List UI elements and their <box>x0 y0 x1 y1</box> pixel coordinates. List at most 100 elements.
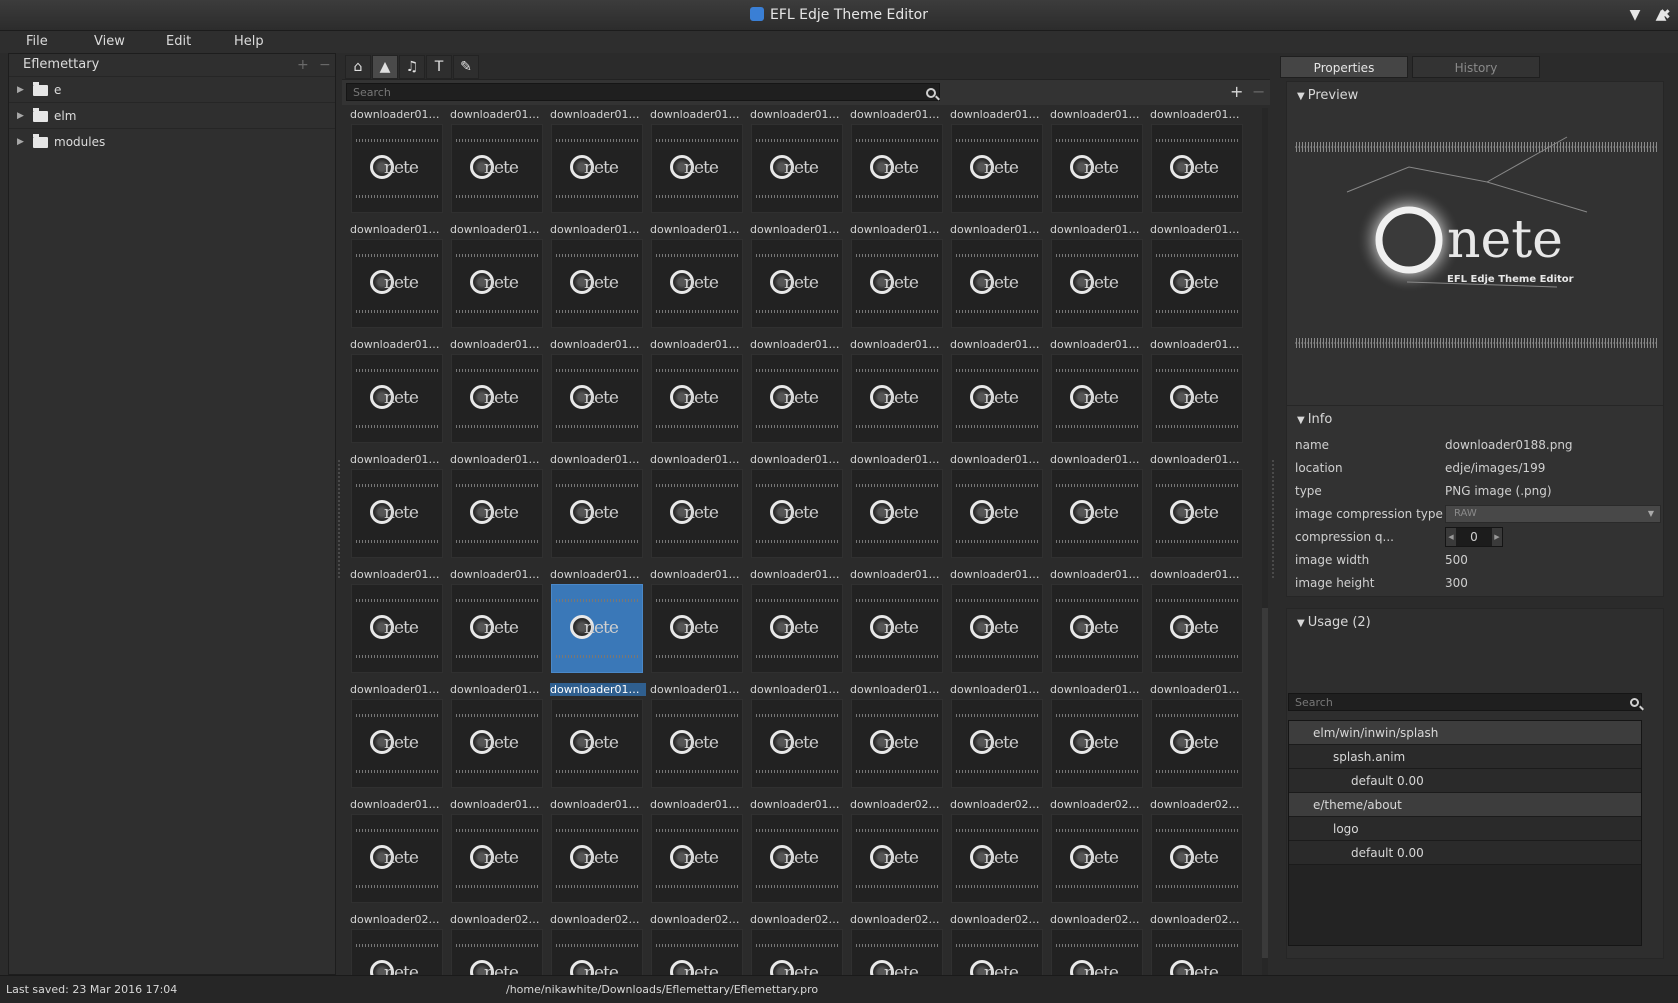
image-label[interactable]: downloader0173.png <box>850 453 946 466</box>
image-thumbnail[interactable]: nete <box>1151 929 1243 975</box>
image-label[interactable]: downloader0158.png <box>1150 223 1246 236</box>
image-label[interactable]: downloader0186.png <box>350 683 446 696</box>
home-icon[interactable]: ⌂ <box>345 55 371 79</box>
image-thumbnail[interactable]: nete <box>351 584 443 673</box>
image-label[interactable]: downloader0151.png <box>450 223 546 236</box>
right-splitter-handle[interactable] <box>1272 460 1274 580</box>
image-thumbnail[interactable]: nete <box>751 469 843 558</box>
image-label[interactable]: downloader0194.png <box>1150 683 1246 696</box>
image-label[interactable]: downloader0179.png <box>550 568 646 581</box>
image-thumbnail[interactable]: nete <box>1051 814 1143 903</box>
usage-item-part[interactable]: splash.anim <box>1289 745 1641 769</box>
image-label[interactable]: downloader0212.png <box>1150 913 1246 926</box>
collapse-triangle-icon[interactable]: ▼ <box>1297 415 1305 426</box>
image-label[interactable]: downloader0141.png <box>350 108 446 121</box>
image-thumbnail[interactable]: nete <box>1051 699 1143 788</box>
image-label[interactable]: downloader0170.png <box>550 453 646 466</box>
compression-quality-value[interactable]: 0 <box>1470 530 1478 544</box>
increment-icon[interactable]: ▶ <box>1492 528 1502 546</box>
image-label[interactable]: downloader0190.png <box>750 683 846 696</box>
image-label[interactable]: downloader0166.png <box>1050 338 1146 351</box>
image-label[interactable]: downloader0148.png <box>1050 108 1146 121</box>
image-thumbnail[interactable]: nete <box>951 584 1043 673</box>
image-label[interactable]: downloader0188.png <box>550 683 646 696</box>
image-thumbnail[interactable]: nete <box>851 699 943 788</box>
preview-header[interactable]: ▼ Preview <box>1297 88 1358 103</box>
expand-arrow-icon[interactable]: ▶ <box>17 77 24 103</box>
image-label[interactable]: downloader0165.png <box>950 338 1046 351</box>
image-label[interactable]: downloader0210.png <box>950 913 1046 926</box>
image-thumbnail[interactable]: nete <box>1051 929 1143 975</box>
image-thumbnail[interactable]: nete <box>751 584 843 673</box>
image-label[interactable]: downloader0157.png <box>1050 223 1146 236</box>
image-thumbnail[interactable]: nete <box>951 929 1043 975</box>
scrollbar-thumb[interactable] <box>1262 608 1268 958</box>
image-label[interactable]: downloader0169.png <box>450 453 546 466</box>
image-thumbnail[interactable]: nete <box>551 469 643 558</box>
image-thumbnail[interactable]: nete <box>851 239 943 328</box>
image-label[interactable]: downloader0164.png <box>850 338 946 351</box>
image-thumbnail[interactable]: nete <box>451 469 543 558</box>
image-thumbnail[interactable]: nete <box>451 354 543 443</box>
image-thumbnail[interactable]: nete <box>451 814 543 903</box>
image-label[interactable]: downloader0177.png <box>350 568 446 581</box>
image-thumbnail[interactable]: nete <box>351 239 443 328</box>
image-thumbnail[interactable]: nete <box>951 239 1043 328</box>
image-label[interactable]: downloader0196.png <box>450 798 546 811</box>
image-label[interactable]: downloader0159.png <box>350 338 446 351</box>
image-label[interactable]: downloader0183.png <box>950 568 1046 581</box>
tab-history[interactable]: History <box>1412 56 1540 78</box>
image-thumbnail[interactable]: nete <box>1151 469 1243 558</box>
image-label[interactable]: downloader0163.png <box>750 338 846 351</box>
expand-arrow-icon[interactable]: ▶ <box>17 129 24 155</box>
image-label[interactable]: downloader0187.png <box>450 683 546 696</box>
image-label[interactable]: downloader0185.png <box>1150 568 1246 581</box>
image-label[interactable]: downloader0189.png <box>650 683 746 696</box>
image-thumbnail[interactable]: nete <box>851 469 943 558</box>
image-label[interactable]: downloader0204.png <box>350 913 446 926</box>
usage-header[interactable]: ▼ Usage (2) <box>1297 615 1371 630</box>
image-label[interactable]: downloader0203.png <box>1150 798 1246 811</box>
image-thumbnail[interactable]: nete <box>751 814 843 903</box>
tree-remove-button[interactable]: − <box>319 54 331 76</box>
image-thumbnail[interactable]: nete <box>351 469 443 558</box>
image-label[interactable]: downloader0181.png <box>750 568 846 581</box>
compression-quality-spinner[interactable]: ◀ 0 ▶ <box>1445 527 1503 547</box>
tab-properties[interactable]: Properties <box>1280 56 1408 78</box>
image-thumbnail[interactable]: nete <box>851 124 943 213</box>
image-label[interactable]: downloader0201.png <box>950 798 1046 811</box>
image-thumbnail[interactable]: nete <box>651 124 743 213</box>
image-label[interactable]: downloader0161.png <box>550 338 646 351</box>
image-thumbnail[interactable]: nete <box>351 124 443 213</box>
minimize-icon[interactable]: ▼ <box>1626 6 1644 24</box>
image-label[interactable]: downloader0144.png <box>650 108 746 121</box>
image-label[interactable]: downloader0168.png <box>350 453 446 466</box>
image-thumbnail[interactable]: nete <box>751 699 843 788</box>
image-label[interactable]: downloader0180.png <box>650 568 746 581</box>
image-thumbnail[interactable]: nete <box>551 239 643 328</box>
image-thumbnail[interactable]: nete <box>1151 584 1243 673</box>
image-label[interactable]: downloader0153.png <box>650 223 746 236</box>
image-label[interactable]: downloader0143.png <box>550 108 646 121</box>
image-thumbnail[interactable]: nete <box>1151 699 1243 788</box>
menu-file[interactable]: File <box>26 34 48 49</box>
image-thumbnail[interactable]: nete <box>1051 239 1143 328</box>
image-thumbnail[interactable]: nete <box>951 814 1043 903</box>
image-thumbnail[interactable]: nete <box>451 124 543 213</box>
usage-item-part[interactable]: logo <box>1289 817 1641 841</box>
image-thumbnail[interactable]: nete <box>351 929 443 975</box>
usage-item-group[interactable]: elm/win/inwin/splash <box>1289 721 1641 745</box>
image-label[interactable]: downloader0142.png <box>450 108 546 121</box>
expand-arrow-icon[interactable]: ▶ <box>17 103 24 129</box>
image-thumbnail[interactable]: nete <box>1051 469 1143 558</box>
image-label[interactable]: downloader0206.png <box>550 913 646 926</box>
image-thumbnail[interactable]: nete <box>851 929 943 975</box>
image-thumbnail[interactable]: nete <box>551 814 643 903</box>
image-label[interactable]: downloader0193.png <box>1050 683 1146 696</box>
image-label[interactable]: downloader0184.png <box>1050 568 1146 581</box>
left-splitter-handle[interactable] <box>338 460 340 580</box>
image-label[interactable]: downloader0160.png <box>450 338 546 351</box>
image-thumbnail[interactable]: nete <box>651 354 743 443</box>
image-thumbnail[interactable]: nete <box>351 814 443 903</box>
image-thumbnail[interactable]: nete <box>451 584 543 673</box>
